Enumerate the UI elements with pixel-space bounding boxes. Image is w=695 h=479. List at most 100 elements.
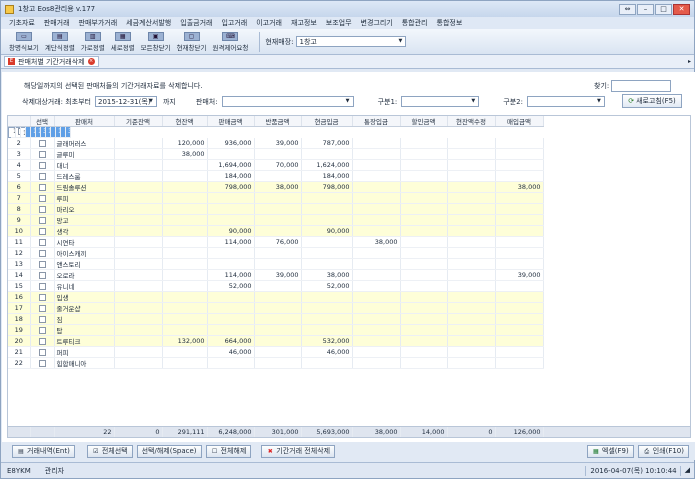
table-row[interactable]: 21 퍼피 46,000 46,000 [8, 346, 544, 359]
checkbox-icon[interactable] [38, 282, 46, 290]
menu-item-0[interactable]: 기초자료 [9, 18, 35, 28]
toolbar-button-4[interactable]: ▣ 모든창닫기 [141, 31, 171, 52]
menu-item-10[interactable]: 통합관리 [402, 18, 428, 28]
table-row[interactable]: 18 짐 [8, 313, 544, 326]
seller-select[interactable]: ▼ [221, 96, 354, 107]
checkbox-icon[interactable] [38, 337, 46, 345]
checkbox-icon[interactable] [38, 161, 46, 169]
checkbox-icon[interactable] [38, 238, 46, 246]
excel-button[interactable]: ▦ 엑셀(F9) [586, 444, 634, 458]
checkbox-icon[interactable] [38, 304, 46, 312]
row-select-checkbox[interactable] [30, 247, 55, 260]
table-row[interactable]: 17 줄거운샵 [8, 302, 544, 315]
checkbox-icon[interactable] [38, 172, 46, 180]
store-select[interactable]: 1창고 ▼ [296, 36, 407, 47]
menu-item-4[interactable]: 입출금거래 [180, 18, 212, 28]
row-select-checkbox[interactable] [30, 138, 55, 150]
table-row[interactable]: 2 글래머러스 120,000 936,000 39,000 787,000 [8, 138, 544, 150]
column-header-2[interactable]: 판매처 [54, 116, 115, 127]
toolbar-button-6[interactable]: ⌨ 원격제어요청 [212, 31, 248, 52]
checkbox-icon[interactable] [38, 194, 46, 202]
table-row[interactable]: 6 드림솔루션 798,000 38,000 798,000 38,000 [8, 181, 544, 194]
menu-item-1[interactable]: 판매거래 [44, 18, 70, 28]
row-select-checkbox[interactable] [30, 203, 55, 216]
checkbox-icon[interactable] [38, 139, 46, 147]
tab-scroll-icon[interactable]: ▸ [688, 58, 691, 65]
table-row[interactable]: 8 마리오 [8, 203, 544, 216]
row-select-checkbox[interactable] [30, 159, 55, 172]
date-picker[interactable]: 2015-12-31(목) ▼ [94, 96, 157, 107]
toolbar-button-5[interactable]: ▢ 현재창닫기 [177, 31, 206, 52]
menu-item-11[interactable]: 통합정보 [437, 18, 463, 28]
checkbox-icon[interactable] [38, 150, 46, 158]
column-header-0[interactable] [8, 116, 31, 127]
toolbar-button-3[interactable]: ▦ 세로정렬 [111, 31, 135, 52]
column-header-9[interactable]: 할인금액 [400, 116, 448, 127]
find-input[interactable] [611, 80, 672, 92]
row-select-checkbox[interactable] [30, 313, 55, 326]
row-select-checkbox[interactable] [30, 357, 55, 370]
div1-select[interactable]: ▼ [401, 96, 480, 107]
menu-item-9[interactable]: 변경그리기 [361, 18, 393, 28]
toolbar-button-1[interactable]: ▤ 계단식정렬 [45, 31, 75, 52]
table-row[interactable]: 7 루피 [8, 192, 544, 205]
checkbox-icon[interactable] [38, 293, 46, 301]
row-select-checkbox[interactable] [30, 335, 55, 348]
checkbox-icon[interactable] [38, 260, 46, 268]
table-row[interactable]: 111번가1,1111,556,00039,0001,542,00014,000… [8, 127, 71, 138]
row-select-checkbox[interactable] [30, 236, 55, 249]
maximize-button[interactable]: □ [655, 3, 672, 15]
row-select-checkbox[interactable] [30, 346, 55, 359]
column-header-7[interactable]: 현금입금 [301, 116, 353, 127]
checkbox-icon[interactable] [38, 315, 46, 323]
minimize-button[interactable]: – [637, 3, 654, 15]
row-select-checkbox[interactable] [30, 291, 55, 304]
table-row[interactable]: 9 망고 [8, 214, 544, 227]
column-header-3[interactable]: 기준잔액 [114, 116, 163, 127]
row-select-checkbox[interactable] [30, 258, 55, 271]
column-header-4[interactable]: 현잔액 [162, 116, 208, 127]
row-select-checkbox[interactable] [30, 192, 55, 205]
table-row[interactable]: 20 트루티크 132,000 664,000 532,000 [8, 335, 544, 348]
clear-all-button[interactable]: ☐ 전체해제 [205, 444, 252, 458]
checkbox-icon[interactable] [38, 359, 46, 367]
menu-item-6[interactable]: 이고거래 [256, 18, 282, 28]
table-row[interactable]: 10 생각 90,000 90,000 [8, 225, 544, 238]
delete-all-button[interactable]: ✖ 기간거래 전체삭제 [261, 444, 336, 458]
table-row[interactable]: 19 탑 [8, 324, 544, 337]
row-select-checkbox[interactable] [30, 181, 55, 194]
select-all-button[interactable]: ☑ 전체선택 [86, 444, 133, 458]
menu-item-5[interactable]: 입고거래 [221, 18, 247, 28]
close-button[interactable]: ✕ [673, 3, 690, 15]
checkbox-icon[interactable] [38, 205, 46, 213]
toggle-select-button[interactable]: 선택/해제(Space) [136, 444, 202, 458]
row-select-checkbox[interactable] [30, 148, 55, 161]
row-select-checkbox[interactable] [30, 170, 55, 183]
refresh-button[interactable]: ⟳ 새로고침(F5) [622, 94, 682, 108]
row-select-checkbox[interactable] [30, 225, 55, 238]
checkbox-icon[interactable] [38, 348, 46, 356]
tab-seller-period-delete[interactable]: E 판매처별 기간거래삭제 × [4, 56, 99, 67]
div2-select[interactable]: ▼ [526, 96, 605, 107]
table-row[interactable]: 22 힙합매니아 [8, 357, 544, 370]
table-row[interactable]: 12 아이스캐끼 [8, 247, 544, 260]
checkbox-icon[interactable] [38, 183, 46, 191]
row-select-checkbox[interactable] [30, 280, 55, 293]
column-header-1[interactable]: 선택 [30, 116, 55, 127]
table-row[interactable]: 15 유니네 52,000 52,000 [8, 280, 544, 293]
close-tab-icon[interactable]: × [87, 58, 95, 65]
print-button[interactable]: ⎙ 인쇄(F10) [637, 444, 689, 458]
column-header-8[interactable]: 통장입금 [352, 116, 401, 127]
menu-item-2[interactable]: 판매부가거래 [79, 18, 118, 28]
row-select-checkbox[interactable] [30, 302, 55, 315]
checkbox-icon[interactable] [38, 271, 46, 279]
table-row[interactable]: 14 오로라 114,000 39,000 38,000 39,000 [8, 269, 544, 282]
table-row[interactable]: 3 글루미 38,000 [8, 148, 544, 161]
table-row[interactable]: 16 입생 [8, 291, 544, 304]
menu-item-3[interactable]: 세금계산서발행 [126, 18, 171, 28]
menu-item-7[interactable]: 재고정보 [291, 18, 317, 28]
table-row[interactable]: 4 대너 1,694,000 70,000 1,624,000 [8, 159, 544, 172]
column-header-10[interactable]: 현잔액수정 [447, 116, 496, 127]
column-header-5[interactable]: 판매금액 [207, 116, 255, 127]
table-row[interactable]: 11 시연타 114,000 76,000 38,000 [8, 236, 544, 249]
